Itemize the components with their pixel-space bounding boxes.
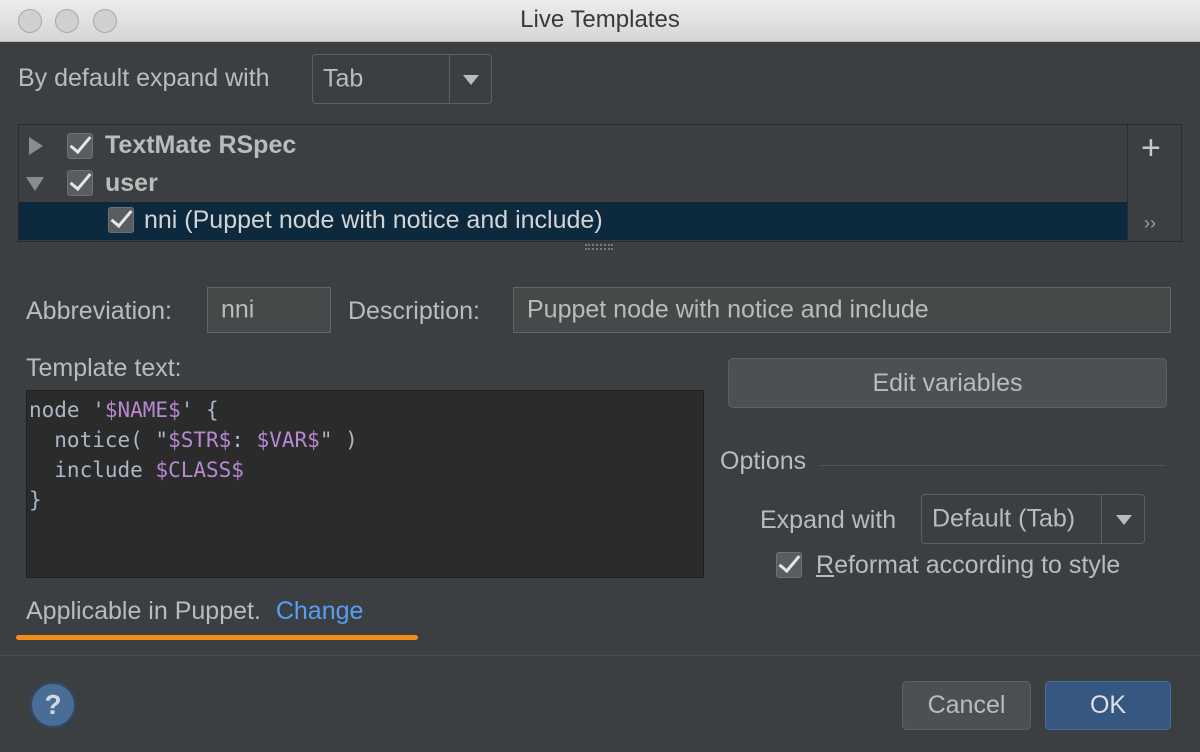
footer-separator — [0, 655, 1200, 656]
ok-button[interactable]: OK — [1045, 681, 1171, 730]
highlight-underline — [16, 635, 418, 640]
expand-with-combo[interactable]: Default (Tab) — [921, 494, 1145, 544]
default-expand-combo[interactable]: Tab — [312, 54, 492, 104]
tree-group-label: user — [105, 169, 158, 197]
abbreviation-field[interactable]: nni — [207, 287, 331, 333]
cancel-button[interactable]: Cancel — [902, 681, 1031, 730]
applicable-context: Applicable in Puppet. Change — [26, 597, 363, 626]
abbreviation-label: Abbreviation: — [26, 297, 172, 325]
applicable-text: Applicable in Puppet. — [26, 597, 261, 625]
template-line-1: node '$NAME$' { — [29, 398, 219, 422]
template-line-3: include $CLASS$ — [29, 458, 244, 482]
default-expand-label: By default expand with — [18, 64, 270, 92]
description-value: Puppet node with notice and include — [527, 295, 929, 324]
help-button[interactable]: ? — [30, 682, 76, 728]
description-label: Description: — [348, 297, 480, 325]
description-field[interactable]: Puppet node with notice and include — [513, 287, 1171, 333]
template-text-editor[interactable]: node '$NAME$' { notice( "$STR$: $VAR$" )… — [26, 390, 704, 578]
tree-item-nni[interactable]: nni (Puppet node with notice and include… — [19, 202, 1127, 240]
group-checkbox[interactable] — [67, 170, 93, 196]
splitter-handle[interactable] — [585, 244, 613, 250]
expand-arrow-icon[interactable] — [29, 137, 43, 155]
template-checkbox[interactable] — [108, 207, 134, 233]
expand-with-value: Default (Tab) — [932, 504, 1076, 533]
reformat-label[interactable]: Reformat according to style — [816, 551, 1120, 580]
group-checkbox[interactable] — [67, 133, 93, 159]
tree-item-label: nni (Puppet node with notice and include… — [144, 206, 603, 234]
templates-tree[interactable]: TextMate RSpec user nni (Puppet node wit… — [18, 124, 1182, 242]
options-title: Options — [720, 447, 807, 475]
more-actions-icon[interactable]: ›› — [1144, 213, 1156, 234]
tree-group-label: TextMate RSpec — [105, 131, 297, 159]
add-icon[interactable]: + — [1141, 129, 1161, 168]
edit-variables-button[interactable]: Edit variables — [728, 358, 1167, 408]
reformat-checkbox[interactable] — [776, 552, 802, 578]
change-context-link[interactable]: Change — [276, 597, 364, 625]
expand-with-label: Expand with — [760, 506, 897, 534]
window-title: Live Templates — [520, 6, 680, 33]
chevron-down-icon[interactable] — [449, 55, 492, 103]
tree-group-user[interactable]: user — [19, 165, 1127, 203]
abbreviation-value: nni — [221, 295, 255, 324]
template-line-4: } — [29, 488, 42, 512]
collapse-arrow-icon[interactable] — [26, 177, 44, 191]
tree-toolbar: + ›› — [1127, 125, 1181, 241]
tree-group-textmate-rspec[interactable]: TextMate RSpec — [19, 127, 1127, 165]
options-separator — [820, 465, 1165, 466]
template-line-2: notice( "$STR$: $VAR$" ) — [29, 428, 358, 452]
default-expand-value: Tab — [323, 64, 364, 93]
chevron-down-icon[interactable] — [1101, 495, 1145, 543]
title-bar: Live Templates — [0, 0, 1200, 42]
template-text-label: Template text: — [26, 354, 182, 382]
